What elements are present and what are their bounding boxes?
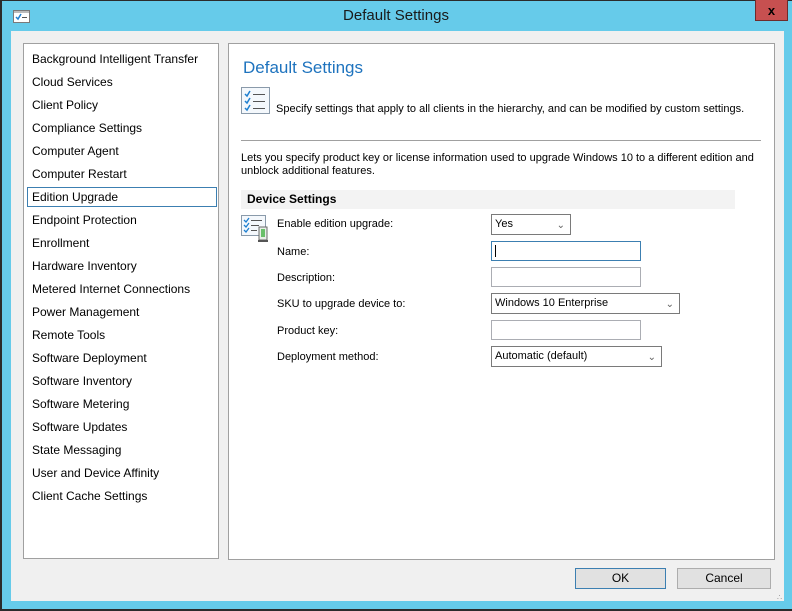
title-bar[interactable]: Default Settings x — [0, 0, 792, 31]
deployment-method-label: Deployment method: — [277, 351, 379, 363]
checklist-icon — [241, 87, 270, 114]
sidebar-item-user-and-device-affinity[interactable]: User and Device Affinity — [27, 463, 217, 483]
page-title: Default Settings — [243, 58, 364, 77]
product-key-label: Product key: — [277, 325, 339, 337]
ok-button[interactable]: OK — [575, 568, 666, 589]
settings-device-icon — [241, 214, 271, 244]
sidebar-item-state-messaging[interactable]: State Messaging — [27, 440, 217, 460]
chevron-down-icon: ⌄ — [647, 352, 656, 363]
resize-grip-icon[interactable]: ∴ — [777, 593, 782, 602]
sidebar-item-background-intelligent-transfer[interactable]: Background Intelligent Transfer — [27, 49, 217, 69]
sidebar-item-metered-internet-connections[interactable]: Metered Internet Connections — [27, 279, 217, 299]
sidebar-item-computer-agent[interactable]: Computer Agent — [27, 141, 217, 161]
page-description: Specify settings that apply to all clien… — [276, 103, 745, 115]
sidebar-item-remote-tools[interactable]: Remote Tools — [27, 325, 217, 345]
sidebar-item-edition-upgrade[interactable]: Edition Upgrade — [27, 187, 217, 207]
name-label: Name: — [277, 246, 310, 258]
sidebar-item-software-deployment[interactable]: Software Deployment — [27, 348, 217, 368]
sidebar-item-hardware-inventory[interactable]: Hardware Inventory — [27, 256, 217, 276]
description-label: Description: — [277, 272, 336, 284]
sidebar-item-client-cache-settings[interactable]: Client Cache Settings — [27, 486, 217, 506]
sidebar-item-enrollment[interactable]: Enrollment — [27, 233, 217, 253]
window-title: Default Settings — [343, 7, 449, 24]
close-icon: x — [767, 2, 776, 18]
description-input[interactable] — [491, 267, 641, 287]
sidebar-item-client-policy[interactable]: Client Policy — [27, 95, 217, 115]
divider — [241, 140, 761, 141]
sidebar-item-endpoint-protection[interactable]: Endpoint Protection — [27, 210, 217, 230]
sidebar-item-power-management[interactable]: Power Management — [27, 302, 217, 322]
sku-label: SKU to upgrade device to: — [277, 298, 406, 310]
enable-edition-upgrade-select[interactable]: Yes ⌄ — [491, 214, 571, 235]
sidebar-item-software-metering[interactable]: Software Metering — [27, 394, 217, 414]
section-header-device-settings: Device Settings — [241, 190, 735, 209]
sidebar-item-compliance-settings[interactable]: Compliance Settings — [27, 118, 217, 138]
sku-select[interactable]: Windows 10 Enterprise ⌄ — [491, 293, 680, 314]
chevron-down-icon: ⌄ — [665, 299, 674, 310]
sidebar-item-software-updates[interactable]: Software Updates — [27, 417, 217, 437]
deployment-method-select[interactable]: Automatic (default) ⌄ — [491, 346, 662, 367]
enable-edition-upgrade-label: Enable edition upgrade: — [277, 218, 394, 230]
sidebar-item-software-inventory[interactable]: Software Inventory — [27, 371, 217, 391]
deployment-method-value: Automatic (default) — [495, 350, 588, 362]
settings-content-panel: Default Settings Specify settings that a… — [228, 43, 775, 560]
sidebar-item-computer-restart[interactable]: Computer Restart — [27, 164, 217, 184]
settings-category-list[interactable]: Background Intelligent Transfer Cloud Ser… — [23, 43, 219, 559]
sidebar-item-cloud-services[interactable]: Cloud Services — [27, 72, 217, 92]
name-input[interactable] — [491, 241, 641, 261]
sku-value: Windows 10 Enterprise — [495, 297, 609, 309]
edition-upgrade-info: Lets you specify product key or license … — [241, 152, 754, 177]
cancel-button[interactable]: Cancel — [677, 568, 771, 589]
chevron-down-icon: ⌄ — [556, 220, 565, 231]
close-button[interactable]: x — [755, 0, 788, 21]
product-key-input[interactable] — [491, 320, 641, 340]
enable-edition-upgrade-value: Yes — [495, 218, 513, 230]
text-caret — [495, 245, 496, 257]
